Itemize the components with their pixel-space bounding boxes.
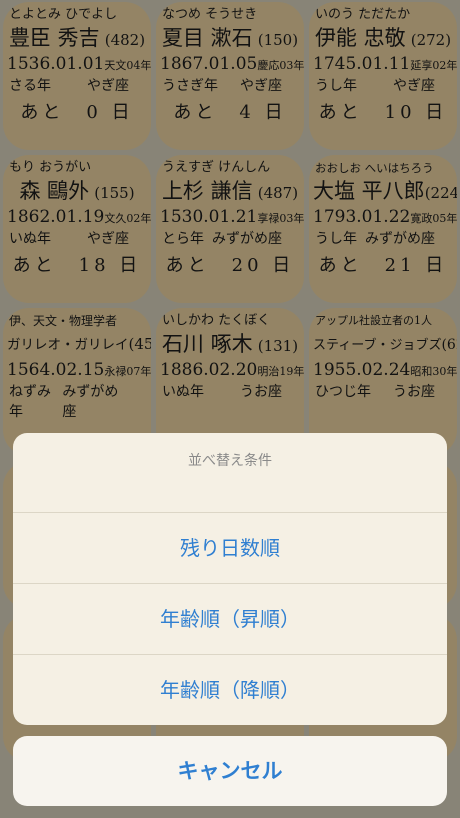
sort-by-age-ascending-button[interactable]: 年齢順（昇順） xyxy=(13,584,447,655)
sort-by-days-remaining-button[interactable]: 残り日数順 xyxy=(13,513,447,584)
sort-action-sheet: 並べ替え条件 残り日数順 年齢順（昇順） 年齢順（降順） xyxy=(13,433,447,725)
sheet-title: 並べ替え条件 xyxy=(13,433,447,513)
sort-by-age-descending-button[interactable]: 年齢順（降順） xyxy=(13,655,447,725)
cancel-button[interactable]: キャンセル xyxy=(13,736,447,806)
